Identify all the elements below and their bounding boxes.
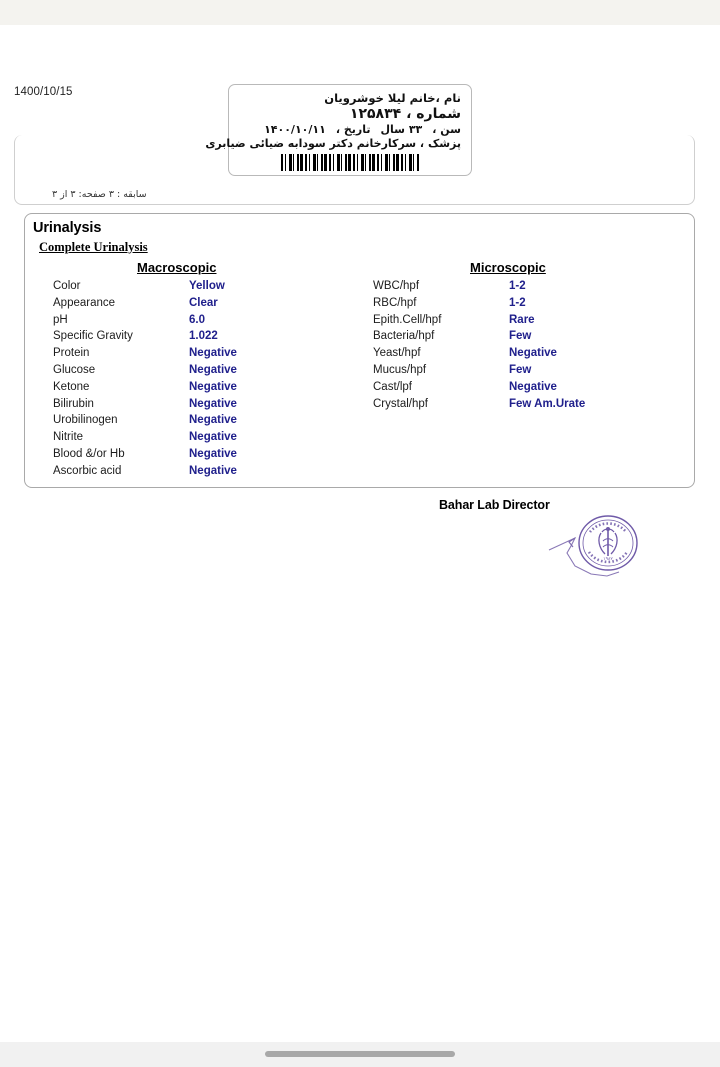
result-label: Glucose (53, 363, 96, 376)
status-bar (0, 0, 720, 25)
microscopic-results-list: WBC/hpf 1-2 RBC/hpf 1-2 Epith.Cell/hpf Rare Ba… (373, 280, 585, 414)
result-label: Specific Gravity (53, 330, 133, 343)
result-row: Blood &/or Hb Negative (53, 448, 237, 465)
referring-doctor: پزشک ، سرکارخانم دکتر سودابه ضیائی ضیابر… (205, 137, 461, 150)
patient-age-label: سن ، (432, 123, 461, 136)
result-value: 1-2 (509, 280, 526, 292)
patient-header-card: نام ،خانم لیلا خوشرویان شماره ، ۱۲۵۸۳۴ س… (205, 84, 472, 176)
result-value: Negative (189, 414, 237, 427)
result-row: Ketone Negative (53, 381, 237, 398)
result-label: Bilirubin (53, 397, 94, 410)
lab-director-title: Bahar Lab Director (439, 498, 550, 512)
result-row: Appearance Clear (53, 297, 237, 314)
result-value: Clear (189, 296, 218, 309)
result-value: Few (509, 330, 532, 343)
result-label: Urobilinogen (53, 414, 118, 427)
result-row: Bacteria/hpf Few (373, 330, 585, 347)
patient-date-value: ۱۴۰۰/۱۰/۱۱ (264, 123, 326, 136)
patient-barcode (281, 154, 419, 171)
result-label: Nitrite (53, 431, 84, 444)
result-label: Mucus/hpf (373, 363, 427, 376)
result-value: Negative (189, 380, 237, 393)
result-value: Few (509, 363, 532, 376)
result-value: Negative (189, 347, 237, 360)
patient-name: نام ،خانم لیلا خوشرویان (324, 91, 461, 105)
result-row: Mucus/hpf Few (373, 364, 585, 381)
result-value: Negative (509, 380, 557, 393)
screen: 1400/10/15 نام ،خانم لیلا خوشرویان شماره… (0, 0, 720, 1067)
result-label: Appearance (53, 296, 116, 309)
result-row: WBC/hpf 1-2 (373, 280, 585, 297)
result-row: Urobilinogen Negative (53, 414, 237, 431)
result-label: Epith.Cell/hpf (373, 313, 442, 326)
result-value: Negative (189, 363, 237, 376)
result-value: 6.0 (189, 313, 205, 326)
result-value: Negative (189, 431, 237, 444)
macroscopic-heading: Macroscopic (137, 260, 217, 275)
patient-age-value: ۳۳ سال (380, 123, 423, 136)
result-label: RBC/hpf (373, 296, 417, 309)
report-page: 1400/10/15 نام ،خانم لیلا خوشرویان شماره… (0, 25, 720, 1042)
stamp-graphic: ۱۹۸۲ (548, 515, 638, 577)
microscopic-heading: Microscopic (470, 260, 546, 275)
patient-number-row: شماره ، ۱۲۵۸۳۴ (237, 106, 461, 122)
result-label: pH (53, 313, 68, 326)
result-label: Ascorbic acid (53, 464, 122, 477)
result-label: Color (53, 280, 81, 292)
result-label: Yeast/hpf (373, 347, 421, 360)
result-label: Blood &/or Hb (53, 447, 125, 460)
page-title: Urinalysis (33, 220, 102, 236)
result-row: Color Yellow (53, 280, 237, 297)
patient-number-value: ۱۲۵۸۳۴ (349, 106, 402, 122)
result-row: Crystal/hpf Few Am.Urate (373, 398, 585, 415)
result-row: Glucose Negative (53, 364, 237, 381)
result-value: 1.022 (189, 330, 218, 343)
result-row: RBC/hpf 1-2 (373, 297, 585, 314)
patient-age-date-row: سن ، ۳۳ سال تاریخ ، ۱۴۰۰/۱۰/۱۱ (237, 123, 461, 136)
result-value: Rare (509, 313, 535, 326)
result-value: Few Am.Urate (509, 397, 586, 410)
result-value: 1-2 (509, 296, 526, 309)
result-row: Epith.Cell/hpf Rare (373, 314, 585, 331)
result-label: Protein (53, 347, 90, 360)
svg-text:۱۹۸۲: ۱۹۸۲ (603, 557, 613, 562)
result-row: pH 6.0 (53, 314, 237, 331)
macroscopic-results-list: Color Yellow Appearance Clear pH 6.0 Specific … (53, 280, 237, 482)
result-value: Negative (189, 464, 237, 477)
patient-date-label: تاریخ ، (335, 123, 371, 136)
result-label: Crystal/hpf (373, 397, 428, 410)
result-row: Protein Negative (53, 347, 237, 364)
result-value: Negative (189, 397, 237, 410)
result-label: Bacteria/hpf (373, 330, 435, 343)
result-value: Negative (509, 347, 557, 360)
lab-official-stamp: ۱۹۸۲ (545, 510, 655, 590)
result-row: Specific Gravity 1.022 (53, 330, 237, 347)
result-label: Ketone (53, 380, 90, 393)
result-row: Bilirubin Negative (53, 398, 237, 415)
result-row: Nitrite Negative (53, 431, 237, 448)
patient-number-label: شماره ، (406, 106, 461, 122)
home-indicator[interactable] (265, 1051, 455, 1057)
urinalysis-results-card: Urinalysis Complete Urinalysis Macroscop… (24, 213, 695, 488)
report-date: 1400/10/15 (14, 86, 73, 98)
result-value: Negative (189, 447, 237, 460)
result-row: Ascorbic acid Negative (53, 465, 237, 482)
result-label: Cast/lpf (373, 380, 412, 393)
result-label: WBC/hpf (373, 280, 420, 292)
panel-subtitle: Complete Urinalysis (39, 240, 148, 254)
result-row: Yeast/hpf Negative (373, 347, 585, 364)
result-row: Cast/lpf Negative (373, 381, 585, 398)
history-page-line: سابقه : ۳ صفحه: ۳ از ۳ (52, 189, 147, 200)
result-value: Yellow (189, 280, 225, 292)
